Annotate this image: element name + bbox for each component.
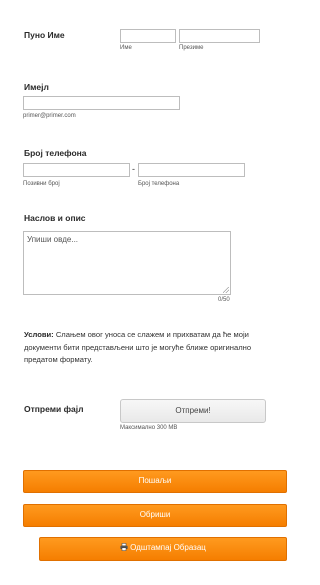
terms-text: Услови: Слањем овог уноса се слажем и пр… [24,329,279,367]
phone-number-input[interactable] [138,163,245,177]
upload-limit: Максимално 300 MB [120,425,178,431]
terms-title: Услови: [24,330,54,339]
print-label: Одштампај Образац [130,543,206,552]
first-name-input[interactable] [120,29,176,43]
email-field[interactable] [23,96,180,110]
upload-button[interactable]: Отпреми! [120,399,266,423]
first-name-sublabel: Име [120,45,132,51]
email-label: Имејл [24,82,49,92]
print-button[interactable]: Одштампај Образац [39,537,287,561]
area-code-input[interactable] [23,163,130,177]
char-counter: 0/50 [218,297,230,303]
area-code-sublabel: Позивни број [23,181,60,187]
last-name-input[interactable] [179,29,260,43]
file-upload-label: Отпреми фајл [24,404,84,414]
description-label: Наслов и опис [24,213,86,223]
clear-button[interactable]: Обриши [23,504,287,527]
terms-body: Слањем овог уноса се слажем и прихватам … [24,330,252,364]
phone-label: Број телефона [24,148,87,158]
full-name-label: Пуно Име [24,30,65,40]
resize-grip-icon[interactable] [223,287,229,293]
printer-icon [120,543,128,551]
last-name-sublabel: Презиме [179,45,204,51]
phone-dash: - [132,164,135,174]
description-textarea[interactable]: Упиши овде... [23,231,231,295]
submit-button[interactable]: Пошаљи [23,470,287,493]
phone-number-sublabel: Број телефона [138,181,180,187]
description-placeholder: Упиши овде... [27,235,79,244]
email-sublabel: primer@primer.com [23,113,76,119]
